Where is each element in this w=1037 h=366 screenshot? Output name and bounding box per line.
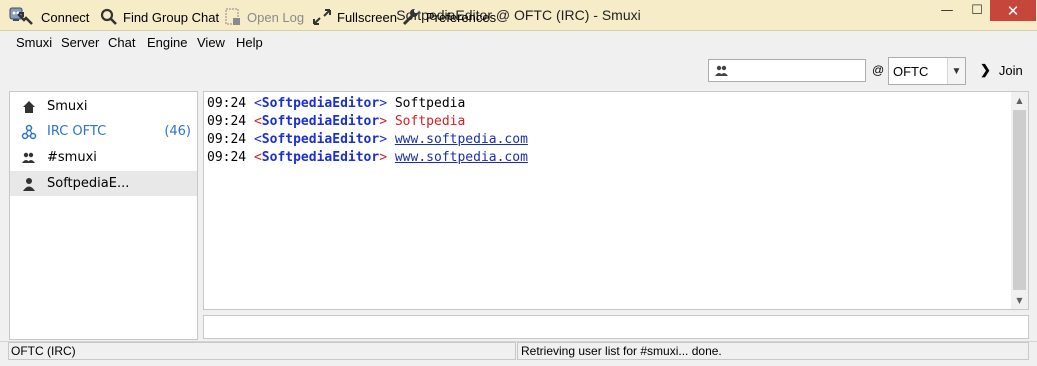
message-text: Softpedia bbox=[394, 96, 466, 111]
menu-smuxi[interactable]: Smuxi bbox=[16, 35, 52, 50]
menu-server[interactable]: Server bbox=[61, 35, 99, 50]
scroll-up-arrow-icon[interactable]: ▲ bbox=[1011, 92, 1028, 109]
sidebar-item-softpediaeditor[interactable]: SoftpediaE... bbox=[10, 171, 197, 196]
message-entry-input[interactable] bbox=[203, 315, 1029, 339]
nick-close-bracket: > bbox=[379, 96, 388, 111]
chat-list-sidebar: Smuxi IRC OFTC (46) #smuxi SoftpediaE... bbox=[9, 91, 198, 340]
sidebar-item-label: Smuxi bbox=[47, 99, 88, 114]
join-button[interactable]: ❯ Join bbox=[980, 62, 1023, 78]
menu-help[interactable]: Help bbox=[236, 35, 263, 50]
message-time: 09:24 bbox=[207, 96, 247, 111]
fullscreen-icon bbox=[313, 9, 331, 25]
chat-output: 09:24 <SoftpediaEditor> Softpedia 09:24 … bbox=[203, 91, 1029, 310]
chat-message: 09:24 <SoftpediaEditor> Softpedia bbox=[207, 95, 528, 113]
close-button[interactable]: ✕ bbox=[990, 0, 1036, 21]
nick-open-bracket: < bbox=[253, 96, 262, 111]
search-icon bbox=[100, 8, 117, 25]
message-nick: SoftpediaEditor bbox=[261, 132, 380, 147]
nick-close-bracket: > bbox=[379, 132, 388, 147]
connect-button[interactable]: Connect bbox=[16, 6, 89, 28]
sidebar-item-smuxi[interactable]: Smuxi bbox=[10, 94, 197, 119]
chat-message: 09:24 <SoftpediaEditor> Softpedia bbox=[207, 113, 528, 131]
unread-count-badge: (46) bbox=[164, 124, 191, 139]
message-nick: SoftpediaEditor bbox=[261, 96, 380, 111]
person-icon bbox=[21, 176, 37, 192]
message-link[interactable]: www.softpedia.com bbox=[395, 150, 528, 165]
wrench-icon bbox=[402, 9, 418, 26]
find-group-chat-button[interactable]: Find Group Chat bbox=[100, 6, 219, 28]
fullscreen-button[interactable]: Fullscreen bbox=[312, 6, 397, 28]
chat-message: 09:24 <SoftpediaEditor> www.softpedia.co… bbox=[207, 131, 528, 149]
sidebar-item-irc-oftc[interactable]: IRC OFTC (46) bbox=[10, 119, 197, 144]
nick-open-bracket: < bbox=[253, 114, 262, 129]
group-icon bbox=[715, 65, 728, 76]
message-time: 09:24 bbox=[207, 132, 247, 147]
message-text: Softpedia bbox=[394, 114, 466, 129]
find-group-chat-label: Find Group Chat bbox=[123, 9, 220, 25]
server-select[interactable]: OFTC ▼ bbox=[888, 57, 966, 85]
message-link[interactable]: www.softpedia.com bbox=[395, 132, 528, 147]
sidebar-item-label: #smuxi bbox=[47, 150, 97, 165]
status-network: OFTC (IRC) bbox=[8, 342, 516, 360]
network-icon bbox=[21, 124, 37, 140]
minimize-button[interactable]: — bbox=[933, 0, 961, 21]
message-time: 09:24 bbox=[207, 150, 247, 165]
scroll-thumb[interactable] bbox=[1013, 110, 1026, 290]
scroll-down-arrow-icon[interactable]: ▼ bbox=[1011, 292, 1028, 309]
nick-close-bracket: > bbox=[379, 114, 388, 129]
menu-bar: Smuxi Server Chat Engine View Help bbox=[0, 32, 1037, 54]
menu-view[interactable]: View bbox=[197, 35, 225, 50]
chat-scrollbar[interactable]: ▲ ▼ bbox=[1011, 92, 1028, 309]
at-label: @ bbox=[872, 63, 885, 77]
nick-close-bracket: > bbox=[379, 150, 388, 165]
chevron-down-icon[interactable]: ▼ bbox=[947, 58, 965, 84]
status-message: Retrieving user list for #smuxi... done. bbox=[517, 342, 1029, 360]
preferences-label: Preferences bbox=[426, 9, 497, 25]
sidebar-item-label: IRC OFTC bbox=[47, 124, 107, 139]
sidebar-item-smuxi-channel[interactable]: #smuxi bbox=[10, 145, 197, 170]
home-icon bbox=[21, 99, 37, 115]
nick-open-bracket: < bbox=[253, 150, 262, 165]
message-nick: SoftpediaEditor bbox=[261, 114, 380, 129]
nick-open-bracket: < bbox=[253, 132, 262, 147]
message-time: 09:24 bbox=[207, 114, 247, 129]
nick-input[interactable] bbox=[708, 59, 866, 82]
server-select-value: OFTC bbox=[893, 64, 929, 79]
connect-icon bbox=[17, 12, 33, 25]
group-icon bbox=[21, 150, 37, 166]
message-nick: SoftpediaEditor bbox=[261, 150, 380, 165]
chat-message: 09:24 <SoftpediaEditor> www.softpedia.co… bbox=[207, 149, 528, 167]
sidebar-item-label: SoftpediaE... bbox=[47, 176, 130, 191]
log-icon bbox=[225, 8, 240, 25]
status-bar: OFTC (IRC) Retrieving user list for #smu… bbox=[0, 341, 1037, 366]
fullscreen-label: Fullscreen bbox=[337, 9, 397, 25]
join-label: Join bbox=[998, 62, 1023, 78]
maximize-button[interactable]: ☐ bbox=[963, 0, 991, 21]
menu-engine[interactable]: Engine bbox=[147, 35, 187, 50]
open-log-button[interactable]: Open Log bbox=[224, 6, 304, 28]
chevron-right-icon: ❯ bbox=[980, 62, 991, 77]
connect-label: Connect bbox=[41, 9, 90, 25]
preferences-button[interactable]: Preferences bbox=[401, 6, 496, 28]
open-log-label: Open Log bbox=[247, 9, 305, 25]
menu-chat[interactable]: Chat bbox=[108, 35, 135, 50]
